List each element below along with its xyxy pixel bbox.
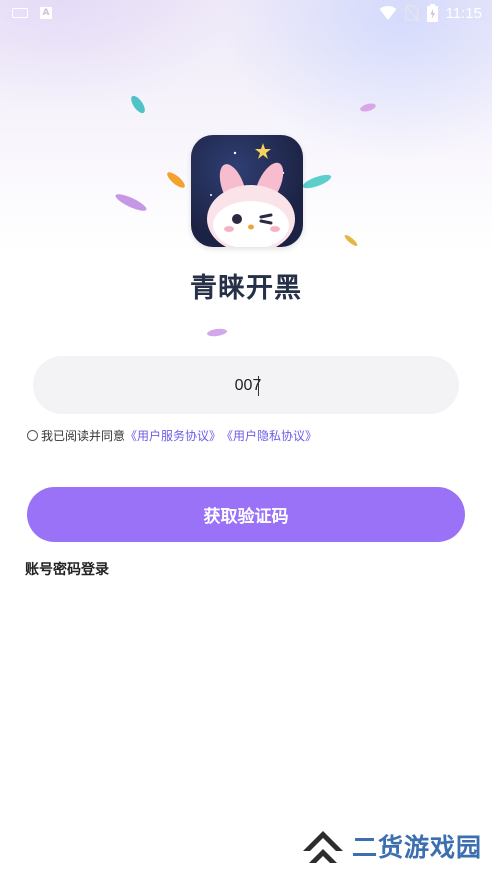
bunny-mascot-icon — [207, 143, 295, 247]
status-bar: A 11:15 — [0, 0, 492, 28]
app-logo — [191, 135, 303, 247]
text-caret — [258, 376, 259, 396]
double-chevron-up-icon — [303, 831, 343, 863]
status-time: 11:15 — [445, 4, 482, 22]
watermark: 二货游戏园 — [300, 827, 482, 865]
password-login-link[interactable]: 账号密码登录 — [25, 559, 109, 579]
status-bar-left: A — [12, 7, 52, 19]
service-agreement-link[interactable]: 《用户服务协议》 — [125, 427, 221, 444]
agreement-prefix: 我已阅读并同意 — [41, 429, 126, 443]
keyboard-icon — [12, 8, 28, 18]
watermark-text: 二货游戏园 — [352, 833, 483, 862]
a-icon: A — [40, 7, 52, 19]
phone-input-container[interactable] — [33, 356, 463, 416]
agreement-row: 我已阅读并同意 《用户服务协议》 《用户隐私协议》 — [27, 427, 317, 444]
privacy-agreement-link[interactable]: 《用户隐私协议》 — [221, 427, 317, 444]
get-code-button[interactable]: 获取验证码 — [27, 487, 465, 542]
no-sim-icon — [404, 4, 419, 22]
wifi-icon — [379, 6, 397, 20]
phone-input[interactable] — [33, 356, 463, 416]
battery-icon — [426, 4, 438, 22]
app-name: 青睐开黑 — [190, 273, 302, 304]
status-bar-right: 11:15 — [379, 4, 482, 22]
agree-radio[interactable] — [27, 430, 38, 441]
